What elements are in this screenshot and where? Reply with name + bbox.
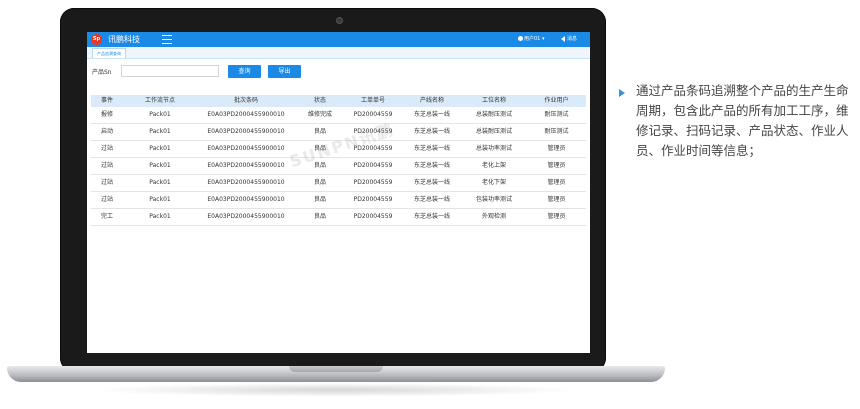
table-body: 报修 Pack01 E0A03PD2000455900010 维修完成 PD200045… [91,107,586,226]
table-cell: 东芝总装一线 [413,128,450,135]
table-cell: 东芝总装一线 [413,179,450,186]
table-cell: 良品 [313,179,326,186]
table-cell: 过站 [100,179,113,186]
app-screen: Sp 讯鹏科技 用户01 ▾ 消息 产品追溯查询 产品Sn 查询 导出 事件 工… [87,32,590,353]
table-cell: Pack01 [149,196,171,203]
app-header: Sp 讯鹏科技 用户01 ▾ 消息 [87,32,590,47]
table-cell: E0A03PD2000455900010 [207,213,285,220]
speaker-icon [561,35,565,42]
table-cell: E0A03PD2000455900010 [207,128,285,135]
message-button[interactable]: 消息 [561,35,577,44]
table-row[interactable]: 过站 Pack01 E0A03PD2000455900010 良品 PD20004559… [91,175,586,192]
table-cell: PD20004559 [353,196,393,203]
table-cell: 耐压测试 [544,111,569,118]
table-cell: E0A03PD2000455900010 [207,196,285,203]
table-cell: PD20004559 [353,162,393,169]
table-cell: 总装耐压测试 [475,128,512,135]
table-cell: 过站 [100,196,113,203]
table-cell: 东芝总装一线 [413,111,450,118]
table-cell: E0A03PD2000455900010 [207,162,285,169]
table-cell: E0A03PD2000455900010 [207,179,285,186]
table-cell: 报修 [100,111,113,118]
user-menu[interactable]: 用户01 ▾ [518,35,544,44]
column-header: 批次条码 [233,97,258,104]
table-cell: 过站 [100,162,113,169]
laptop-notch [289,366,383,372]
table-cell: 耐压测试 [544,128,569,135]
table-cell: 管理员 [547,196,566,203]
table-header: 事件 工作流节点 批次条码 状态 工单单号 产线名称 工位名称 作业用户 [91,95,586,107]
column-header: 产线名称 [419,97,444,104]
user-name: 用户01 [524,36,541,42]
table-cell: 过站 [100,145,113,152]
table-cell: 包装功率测试 [475,196,512,203]
table-cell: 启动 [100,128,113,135]
laptop-shadow [90,383,580,397]
table-cell: Pack01 [149,111,171,118]
column-header: 事件 [100,97,113,104]
table-cell: 东芝总装一线 [413,213,450,220]
column-header: 工单单号 [360,97,385,104]
table-cell: 管理员 [547,162,566,169]
table-cell: 良品 [313,196,326,203]
table-cell: Pack01 [149,128,171,135]
message-label: 消息 [567,36,578,42]
table-cell: 总装耐压测试 [475,111,512,118]
menu-icon[interactable] [162,35,172,44]
table-cell: 东芝总装一线 [413,196,450,203]
table-cell: Pack01 [149,213,171,220]
table-row[interactable]: 过站 Pack01 E0A03PD2000455900010 良品 PD20004559… [91,192,586,209]
table-cell: Pack01 [149,145,171,152]
tab-bar: 产品追溯查询 [87,47,590,59]
table-row[interactable]: 过站 Pack01 E0A03PD2000455900010 良品 PD20004559… [91,158,586,175]
table-cell: 良品 [313,213,326,220]
table-cell: 东芝总装一线 [413,162,450,169]
camera-icon [336,17,343,24]
column-header: 状态 [313,97,326,104]
table-cell: 老化下架 [481,179,506,186]
table-cell: 总装功率测试 [475,145,512,152]
search-input[interactable] [121,65,219,77]
feature-description: 通过产品条码追溯整个产品的生产生命周期，包含此产品的所有加工工序，维修记录、扫码… [636,83,849,158]
bullet-arrow-icon [619,89,625,97]
table-cell: 管理员 [547,213,566,220]
table-cell: E0A03PD2000455900010 [207,145,285,152]
table-cell: E0A03PD2000455900010 [207,111,285,118]
table-cell: Pack01 [149,162,171,169]
table-cell: 管理员 [547,179,566,186]
table-row[interactable]: 报修 Pack01 E0A03PD2000455900010 维修完成 PD200045… [91,107,586,124]
table-cell: 东芝总装一线 [413,145,450,152]
export-button[interactable]: 导出 [268,65,301,78]
column-header: 工作流节点 [144,97,175,104]
table-cell: 管理员 [547,145,566,152]
table-cell: PD20004559 [353,213,393,220]
user-icon [518,36,523,41]
table-cell: 外观检测 [481,213,506,220]
table-cell: 维修完成 [307,111,332,118]
table-row[interactable]: 完工 Pack01 E0A03PD2000455900010 良品 PD20004559… [91,209,586,226]
table-cell: 老化上架 [481,162,506,169]
query-button[interactable]: 查询 [228,65,261,78]
table-cell: 完工 [100,213,113,220]
logo-icon: Sp [91,34,102,45]
app-title: 讯鹏科技 [108,35,140,44]
search-label: 产品Sn [92,69,112,76]
tab-trace-query[interactable]: 产品追溯查询 [92,48,126,58]
column-header: 作业用户 [544,97,569,104]
table-cell: PD20004559 [353,179,393,186]
column-header: 工位名称 [481,97,506,104]
table-cell: Pack01 [149,179,171,186]
